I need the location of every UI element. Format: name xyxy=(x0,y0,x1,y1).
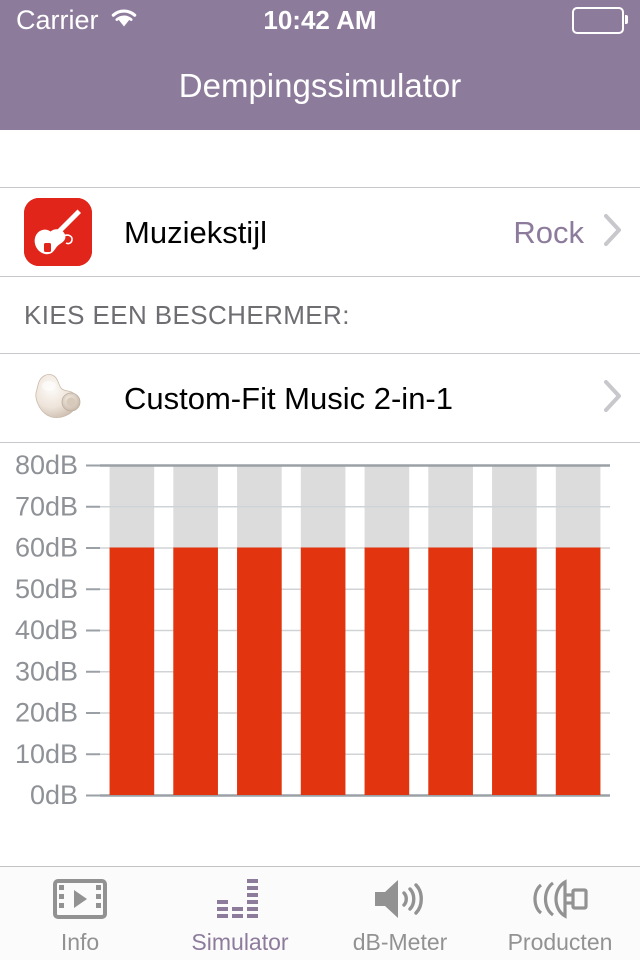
earplug-icon xyxy=(24,369,92,427)
tab-simulator[interactable]: Simulator xyxy=(160,867,320,960)
equalizer-icon xyxy=(213,877,267,925)
chart-bar-protected xyxy=(173,547,218,795)
guitar-icon xyxy=(24,198,92,266)
speaker-icon xyxy=(371,877,429,925)
tab-info-label: Info xyxy=(60,929,100,955)
chart-bar-protected xyxy=(109,547,155,795)
chart-bar-protected xyxy=(492,547,537,795)
protector-row[interactable]: Custom-Fit Music 2-in-1 xyxy=(0,354,640,442)
chart-y-tick-label: 80dB xyxy=(15,450,78,480)
tab-bar: Info Simulator dB-Meter Producten xyxy=(0,866,640,960)
chart-bar-protected xyxy=(555,547,601,795)
chart-y-tick-label: 0dB xyxy=(30,780,78,810)
chart-bar-protected xyxy=(237,547,282,795)
chart-y-tick-label: 30dB xyxy=(15,656,78,686)
main-content: Muziekstijl Rock KIES EEN BESCHERMER: Cu… xyxy=(0,130,640,866)
chart-y-tick-label: 20dB xyxy=(15,698,78,728)
status-bar-left: Carrier xyxy=(16,4,139,35)
film-icon xyxy=(53,877,107,925)
tab-info[interactable]: Info xyxy=(0,867,160,960)
chart-bar-protected xyxy=(428,547,473,795)
protector-section-header: KIES EEN BESCHERMER: xyxy=(0,277,640,353)
tab-db-meter-label: dB-Meter xyxy=(352,929,448,955)
tab-db-meter[interactable]: dB-Meter xyxy=(320,867,480,960)
wifi-icon xyxy=(109,7,139,34)
music-style-label: Muziekstijl xyxy=(124,214,267,250)
attenuation-chart: 0dB 10dB 20dB 30dB 40dB 50dB 60dB 70dB 80dB xyxy=(0,443,640,823)
music-style-row[interactable]: Muziekstijl Rock xyxy=(0,188,640,276)
clock-label: 10:42 AM xyxy=(263,4,377,35)
chart-bar-protected xyxy=(364,547,410,795)
chevron-right-icon xyxy=(602,212,624,253)
chart-y-tick-label: 60dB xyxy=(15,533,78,563)
attenuation-chart-svg: 0dB 10dB 20dB 30dB 40dB 50dB 60dB 70dB 80dB xyxy=(15,450,610,810)
chart-y-tick-label: 50dB xyxy=(15,574,78,604)
page-title: Dempingssimulator xyxy=(178,66,462,104)
chart-y-tick-label: 70dB xyxy=(15,491,78,521)
chart-y-tick-label: 10dB xyxy=(15,739,78,769)
tab-simulator-label: Simulator xyxy=(191,929,289,955)
status-bar: Carrier 10:42 AM xyxy=(0,0,640,40)
chevron-right-icon xyxy=(602,378,624,419)
chart-bar-protected xyxy=(300,547,346,795)
status-bar-right xyxy=(572,6,628,34)
chart-y-tick-label: 40dB xyxy=(15,615,78,645)
tab-producten[interactable]: Producten xyxy=(480,867,640,960)
battery-icon xyxy=(572,6,628,34)
protector-label: Custom-Fit Music 2-in-1 xyxy=(124,380,453,416)
carrier-label: Carrier xyxy=(16,4,99,35)
navigation-bar: Dempingssimulator xyxy=(0,40,640,130)
music-style-value: Rock xyxy=(513,214,584,250)
tab-producten-label: Producten xyxy=(507,929,613,955)
earplug-product-icon xyxy=(529,877,591,925)
content-top-spacer xyxy=(0,130,640,187)
protector-section-header-label: KIES EEN BESCHERMER: xyxy=(24,300,350,330)
